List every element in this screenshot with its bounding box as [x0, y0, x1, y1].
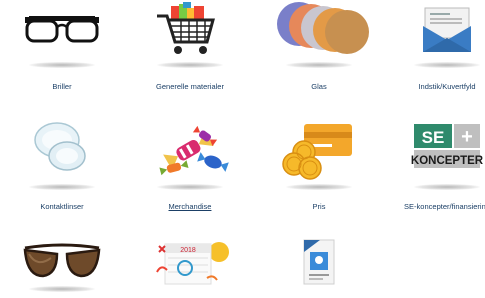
calendar-icon: 2018 [156, 242, 229, 285]
tile-shadow [29, 62, 95, 68]
tile-shadow [286, 184, 352, 190]
shopping-cart-icon [157, 2, 215, 54]
category-label: SE-koncepter/finansiering [404, 202, 485, 211]
category-label: Briller [52, 82, 72, 91]
category-label: Indstik/Kuvertfyld [418, 82, 476, 91]
category-label: Glas [311, 82, 327, 91]
tile-shadow [29, 184, 95, 190]
candy-icon [159, 125, 229, 176]
tile-shadow [157, 184, 223, 190]
calendar-year-text: 2018 [180, 247, 196, 254]
lens-samples-icon [277, 2, 369, 54]
category-label: Kontaktlinser [40, 202, 84, 211]
envelope-icon [423, 7, 471, 52]
category-label: Pris [312, 202, 326, 211]
category-label: Generelle materialer [156, 82, 224, 91]
tile-shadow [286, 62, 352, 68]
tile-shadow [414, 62, 480, 68]
logo-se-text: SE [422, 128, 445, 147]
contact-lens-icon [34, 122, 86, 171]
se-koncepter-logo-icon: SE + KONCEPTER [411, 124, 484, 168]
glasses-icon [25, 16, 99, 43]
category-label: Merchandise [168, 202, 212, 211]
credit-card-coins-icon [282, 124, 352, 180]
tile-shadow [157, 62, 223, 68]
poster-icon [303, 239, 335, 285]
tile-shadow [414, 184, 480, 190]
logo-plus-text: + [461, 126, 473, 148]
tile-shadow [29, 286, 95, 292]
logo-koncepter-text: KONCEPTER [411, 155, 484, 167]
